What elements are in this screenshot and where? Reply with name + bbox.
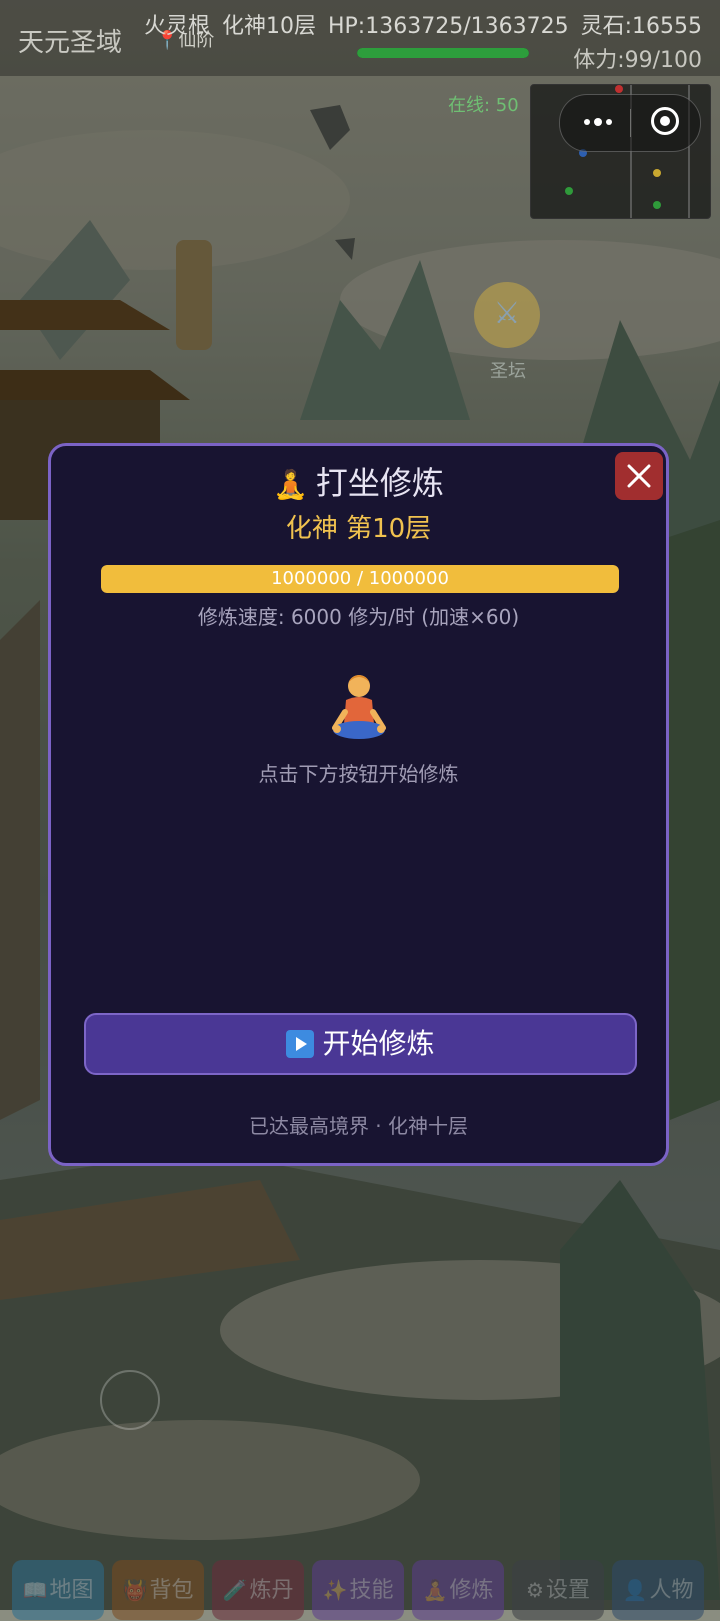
nav-label: 炼丹 <box>249 1578 294 1603</box>
start-hint: 点击下方按钮开始修炼 <box>258 762 459 786</box>
nav-label: 修炼 <box>449 1578 494 1603</box>
more-icon[interactable] <box>582 115 612 129</box>
meditation-figure-icon <box>331 675 386 739</box>
modal-title: 🧘 打坐修炼 <box>273 464 444 502</box>
nav-button-cultivate[interactable]: 🧘修炼 <box>412 1560 504 1620</box>
gear-icon: ⚙ <box>526 1578 544 1602</box>
close-miniprogram-icon[interactable] <box>651 107 679 135</box>
nav-label: 技能 <box>349 1578 394 1603</box>
book-icon: 📖 <box>22 1578 48 1602</box>
meditation-icon: 🧘 <box>422 1578 448 1602</box>
cultivation-modal: 🧘 打坐修炼 化神 第10层 1000000 / 1000000 修炼速度: 60… <box>48 443 669 1166</box>
top-hud: 天元圣域 📍仙阶 火灵根 化神10层 HP:1363725/1363725 灵石:16… <box>0 0 720 76</box>
demon-mask-icon: 👹 <box>122 1578 148 1602</box>
start-cultivation-button[interactable]: 开始修炼 <box>84 1013 637 1075</box>
stamina-text: 体力:99/100 <box>573 48 702 73</box>
bottom-nav: 📖地图 👹背包 🧪炼丹 ✨技能 🧘修炼 ⚙设置 👤人物 <box>0 1550 720 1620</box>
crossed-swords-icon: ⚔ <box>493 296 521 331</box>
nav-button-alchemy[interactable]: 🧪炼丹 <box>212 1560 304 1620</box>
person-icon: 👤 <box>622 1578 648 1602</box>
cultivation-stage: 化神10层 <box>222 14 316 39</box>
spirit-stones: 灵石:16555 <box>580 14 702 39</box>
play-icon <box>286 1030 315 1058</box>
hp-bar <box>357 48 529 58</box>
player-stats: 火灵根 化神10层 HP:1363725/1363725 灵石:16555 <box>132 8 702 40</box>
battle-marker[interactable]: ⚔ <box>474 282 540 348</box>
nav-label: 设置 <box>545 1578 590 1603</box>
spirit-root: 火灵根 <box>143 14 210 39</box>
mini-program-capsule <box>559 94 701 152</box>
hp-bar-fill <box>357 48 529 58</box>
nav-label: 人物 <box>649 1578 694 1603</box>
cultivation-progress-bar: 1000000 / 1000000 <box>101 565 619 593</box>
max-realm-note: 已达最高境界 · 化神十层 <box>248 1114 469 1138</box>
nav-button-skills[interactable]: ✨技能 <box>312 1560 404 1620</box>
nav-button-settings[interactable]: ⚙设置 <box>512 1560 604 1620</box>
meditation-icon: 🧘 <box>273 468 308 501</box>
nav-label: 地图 <box>49 1578 94 1603</box>
cultivation-speed: 修炼速度: 6000 修为/时 (加速×60) <box>197 605 520 629</box>
potion-icon: 🧪 <box>222 1578 248 1602</box>
nav-button-bag[interactable]: 👹背包 <box>112 1560 204 1620</box>
hp-text: HP:1363725/1363725 <box>328 14 569 39</box>
nav-button-character[interactable]: 👤人物 <box>612 1560 704 1620</box>
nav-label: 背包 <box>149 1578 194 1603</box>
battle-marker-label: 圣坛 <box>490 361 526 382</box>
nav-button-map[interactable]: 📖地图 <box>12 1560 104 1620</box>
virtual-joystick[interactable] <box>100 1370 160 1430</box>
world-name: 天元圣域 <box>18 28 123 58</box>
progress-text: 1000000 / 1000000 <box>271 568 449 589</box>
online-count: 在线: 50 <box>448 95 519 116</box>
sparkles-icon: ✨ <box>322 1578 348 1602</box>
meditating-figure <box>51 672 666 746</box>
realm-level: 化神 第10层 <box>285 514 432 544</box>
